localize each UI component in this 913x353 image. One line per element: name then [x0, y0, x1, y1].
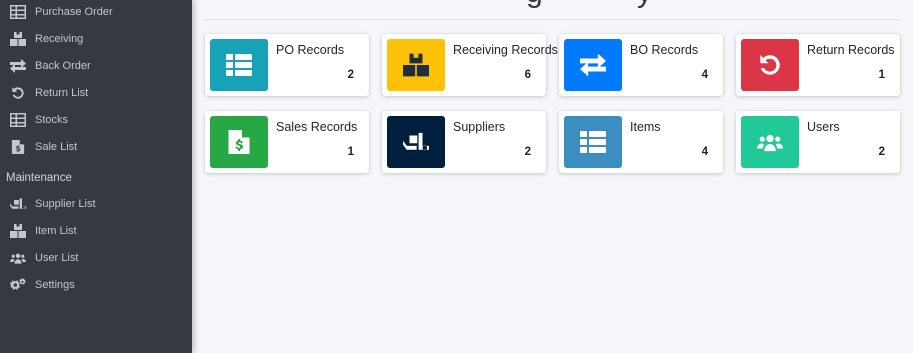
card-count: 2: [524, 146, 531, 158]
truck-loading-icon: [10, 197, 26, 211]
card-count: 4: [701, 146, 708, 158]
table-icon: [10, 113, 26, 127]
card-icon-box: [741, 39, 799, 91]
card-label: Users: [807, 120, 840, 134]
card-sales-records[interactable]: Sales Records 1: [205, 111, 369, 173]
card-label: Items: [630, 120, 661, 134]
boxes-icon: [403, 53, 429, 77]
file-invoice-dollar-icon: [226, 130, 252, 154]
card-count: 6: [524, 69, 531, 81]
card-icon-box: [210, 39, 268, 91]
sidebar-item-back-order[interactable]: Back Order: [0, 53, 192, 79]
sidebar-item-stocks[interactable]: Stocks: [0, 107, 192, 133]
sidebar-item-label: Back Order: [35, 60, 91, 72]
cogs-icon: [10, 278, 26, 292]
card-receiving-records[interactable]: Receiving Records 6: [382, 34, 558, 96]
sidebar-item-receiving[interactable]: Receiving: [0, 26, 192, 52]
undo-icon: [10, 86, 26, 100]
card-return-records[interactable]: Return Records 1: [736, 34, 900, 96]
truck-loading-icon: [403, 130, 429, 154]
exchange-icon: [580, 53, 606, 77]
card-label: Receiving Records: [453, 43, 558, 57]
card-bo-records[interactable]: BO Records 4: [559, 34, 723, 96]
boxes-icon: [10, 32, 26, 46]
card-items[interactable]: Items 4: [559, 111, 723, 173]
sidebar-item-label: User List: [35, 252, 79, 264]
card-users[interactable]: Users 2: [736, 111, 900, 173]
sidebar-item-label: Supplier List: [35, 198, 96, 210]
card-icon-box: [564, 39, 622, 91]
card-label: Return Records: [807, 43, 895, 57]
card-label: Suppliers: [453, 120, 506, 134]
page-title: g y: [526, 0, 653, 10]
card-icon-box: [387, 39, 445, 91]
card-label: BO Records: [630, 43, 699, 57]
sidebar: Purchase Order Receiving Back Order Retu…: [0, 0, 192, 353]
card-icon-box: [741, 116, 799, 168]
card-icon-box: [210, 116, 268, 168]
card-po-records[interactable]: PO Records 2: [205, 34, 369, 96]
th-list-icon: [580, 130, 606, 154]
sidebar-item-label: Receiving: [35, 33, 84, 45]
card-icon-box: [387, 116, 445, 168]
sidebar-item-item-list[interactable]: Item List: [0, 218, 192, 244]
exchange-icon: [10, 59, 26, 73]
sidebar-item-settings[interactable]: Settings: [0, 272, 192, 298]
sidebar-item-purchase-order[interactable]: Purchase Order: [0, 0, 192, 25]
card-label: Sales Records: [276, 120, 358, 134]
users-icon: [10, 251, 26, 265]
divider: [204, 19, 902, 20]
boxes-icon: [10, 224, 26, 238]
sidebar-item-label: Sale List: [35, 141, 78, 153]
sidebar-item-user-list[interactable]: User List: [0, 245, 192, 271]
card-count: 1: [347, 146, 354, 158]
sidebar-item-label: Item List: [35, 225, 77, 237]
sidebar-item-label: Return List: [35, 87, 89, 99]
users-icon: [757, 130, 783, 154]
card-count: 2: [347, 69, 354, 81]
th-list-icon: [226, 53, 252, 77]
sidebar-item-label: Purchase Order: [35, 6, 113, 18]
table-icon: [10, 5, 26, 19]
card-label: PO Records: [276, 43, 345, 57]
maintenance-header: Maintenance: [6, 172, 72, 184]
sidebar-item-return-list[interactable]: Return List: [0, 80, 192, 106]
main-content: g y PO Records 2 Receiving Records 6 BO …: [192, 0, 913, 353]
card-count: 1: [878, 69, 885, 81]
card-count: 4: [701, 69, 708, 81]
sidebar-item-supplier-list[interactable]: Supplier List: [0, 191, 192, 217]
card-suppliers[interactable]: Suppliers 2: [382, 111, 546, 173]
sidebar-item-label: Settings: [35, 279, 75, 291]
sidebar-item-label: Stocks: [35, 114, 69, 126]
undo-icon: [757, 53, 783, 77]
file-invoice-dollar-icon: [10, 140, 26, 154]
sidebar-item-sale-list[interactable]: Sale List: [0, 134, 192, 160]
card-count: 2: [878, 146, 885, 158]
card-icon-box: [564, 116, 622, 168]
